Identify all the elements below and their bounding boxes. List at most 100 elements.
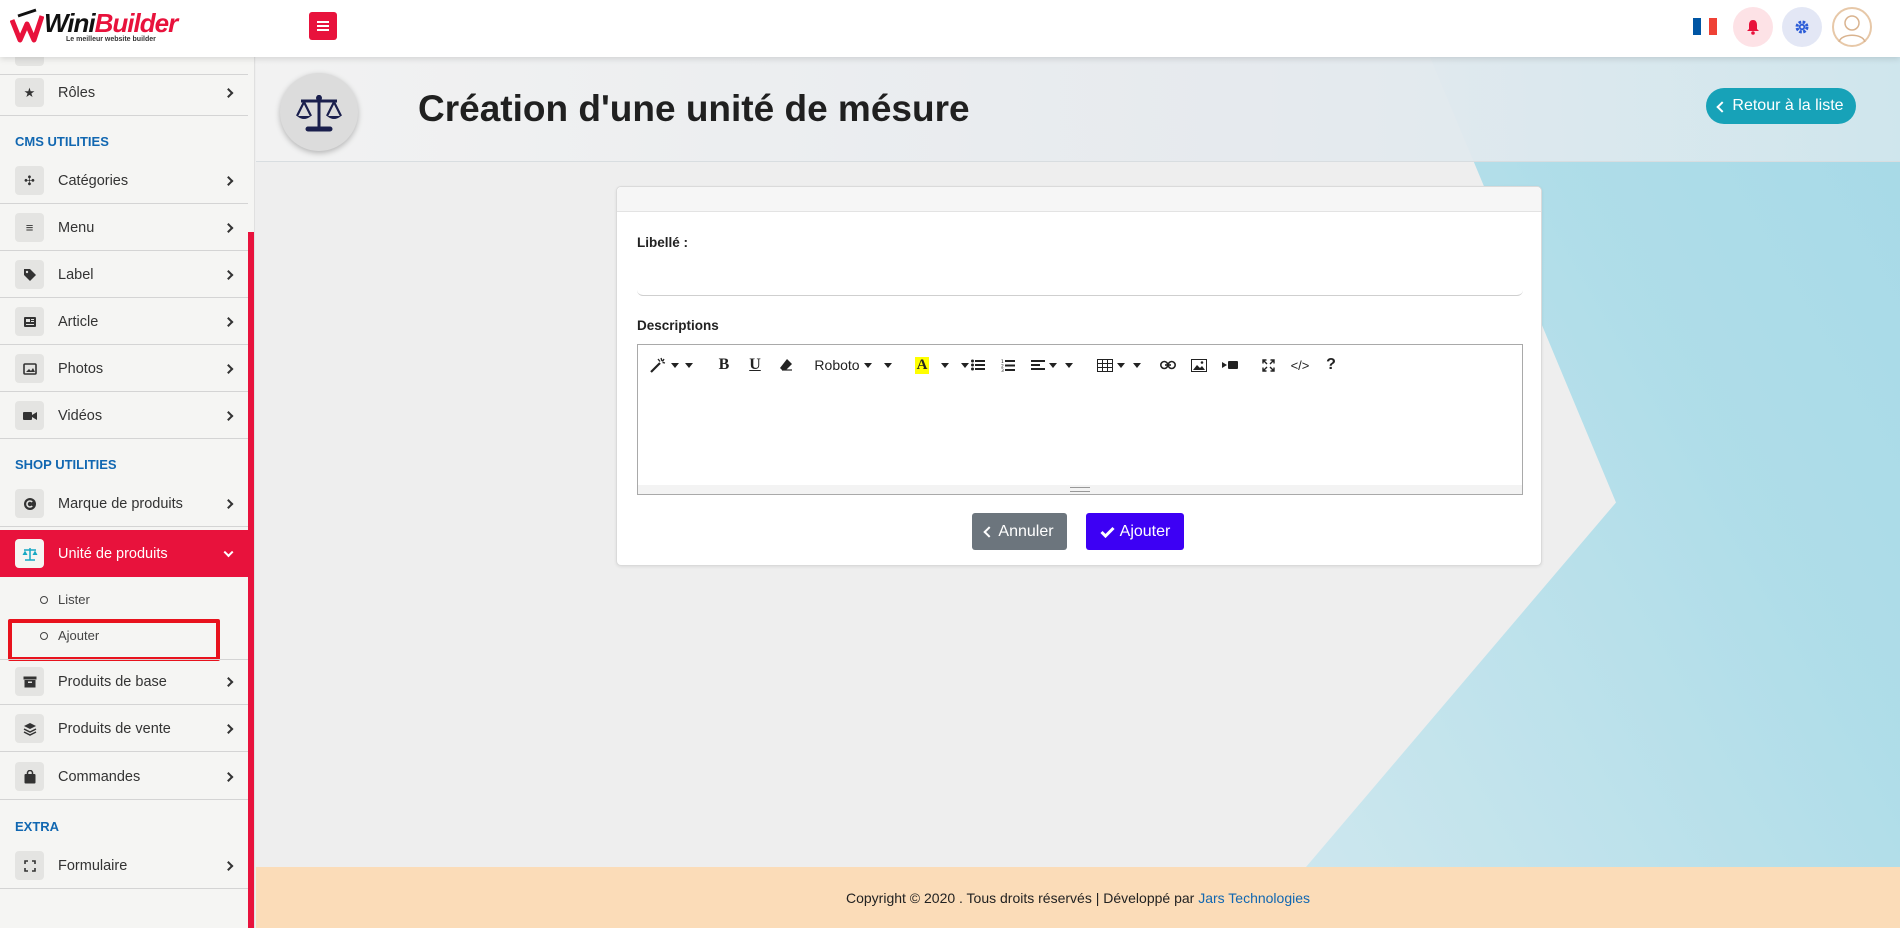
shopping-bag-icon (15, 762, 44, 791)
circle-icon (40, 595, 48, 604)
editor-resize-bar[interactable] (638, 485, 1522, 494)
chevron-right-icon (223, 175, 234, 186)
sidebar-item-label: Produits de vente (58, 720, 171, 737)
back-to-list-button[interactable]: Retour à la liste (1706, 88, 1856, 124)
sidebar-subitem-label: Lister (58, 592, 90, 607)
sidebar-item-label: Rôles (58, 84, 96, 101)
caret-down-icon (941, 362, 950, 368)
video-icon (1222, 361, 1238, 369)
chevron-right-icon (223, 87, 234, 98)
align-left-icon (1031, 360, 1045, 370)
sidebar-item-label: Menu (58, 219, 95, 236)
help-button[interactable]: ? (1321, 353, 1341, 377)
sidebar-item-videos[interactable]: Vidéos (0, 393, 248, 439)
sidebar-toggle-button[interactable] (309, 12, 337, 40)
font-family-value: Roboto (814, 357, 860, 373)
chevron-left-icon (1716, 100, 1729, 113)
settings-button[interactable] (1782, 7, 1822, 47)
chevron-right-icon (223, 676, 234, 687)
sidebar-item-roles[interactable]: ★ Rôles (0, 70, 248, 116)
list-icon: ≡ (15, 213, 44, 242)
eraser-icon (780, 359, 792, 371)
sidebar-item-label[interactable]: Label (0, 252, 248, 298)
sidebar-item-menu[interactable]: ≡ Menu (0, 205, 248, 251)
developer-link[interactable]: Jars Technologies (1198, 890, 1310, 906)
sidebar-item-produits-vente[interactable]: Produits de vente (0, 706, 248, 752)
sidebar-item-marque[interactable]: Marque de produits (0, 481, 248, 527)
balance-scale-icon (15, 539, 44, 568)
shapes-icon: ✣ (15, 166, 44, 195)
numbered-list-icon: 123 (1001, 359, 1015, 372)
caret-down-icon (671, 362, 679, 368)
submit-button-label: Ajouter (1119, 522, 1171, 540)
brand-name-part1: Wini (44, 8, 96, 38)
sidebar-item-label: Article (58, 313, 99, 330)
language-flag-fr[interactable] (1693, 18, 1717, 35)
chevron-down-icon (223, 546, 234, 557)
page-header: Création d'une unité de mésure Retour à … (256, 57, 1900, 162)
cancel-button-label: Annuler (998, 522, 1054, 540)
style-dropdown[interactable] (648, 353, 694, 377)
chevron-right-icon (223, 316, 234, 327)
bold-button[interactable]: B (714, 353, 734, 377)
main-content: Création d'une unité de mésure Retour à … (256, 57, 1900, 867)
sidebar-item-categories[interactable]: ✣ Catégories (0, 158, 248, 204)
font-family-dropdown[interactable]: Roboto (813, 353, 893, 377)
highlight-box (8, 619, 220, 661)
brand-name-part2: Builder (94, 8, 179, 38)
copyright-text: Copyright © 2020 . Tous droits réservés … (845, 889, 1195, 906)
unordered-list-button[interactable] (960, 353, 986, 377)
sidebar-subitem-lister[interactable]: Lister (40, 592, 90, 607)
paragraph-align-dropdown[interactable] (1028, 353, 1076, 377)
insert-video-button[interactable] (1220, 353, 1240, 377)
sidebar-item-label: Marque de produits (58, 495, 183, 512)
chevron-right-icon (223, 363, 234, 374)
picture-icon (1191, 358, 1207, 372)
expand-icon (15, 851, 44, 880)
submit-add-button[interactable]: Ajouter (1086, 513, 1184, 550)
section-title-cms: CMS UTILITIES (15, 134, 109, 149)
clear-format-button[interactable] (776, 353, 796, 377)
libelle-input[interactable] (637, 262, 1523, 296)
code-icon: </> (1290, 357, 1310, 373)
ordered-list-button[interactable]: 123 (998, 353, 1018, 377)
notifications-button[interactable] (1733, 7, 1773, 47)
sidebar-item-formulaire[interactable]: Formulaire (0, 843, 248, 889)
bell-icon (1747, 20, 1759, 35)
underline-button[interactable]: U (745, 353, 765, 377)
question-mark-icon: ? (1326, 356, 1336, 373)
bullet-list-icon (971, 359, 985, 371)
user-avatar-button[interactable] (1832, 7, 1872, 47)
chevron-right-icon (223, 771, 234, 782)
chevron-right-icon (223, 410, 234, 421)
descriptions-label: Descriptions (637, 318, 719, 333)
insert-link-button[interactable] (1158, 353, 1178, 377)
sidebar-item-label: Unité de produits (58, 545, 168, 562)
cancel-button[interactable]: Annuler (972, 513, 1067, 550)
sidebar-item-produits-base[interactable]: Produits de base (0, 659, 248, 705)
archive-icon (15, 667, 44, 696)
page-title: Création d'une unité de mésure (418, 88, 970, 129)
copyright-icon (15, 489, 44, 518)
sidebar-item-unite[interactable]: Unité de produits (0, 530, 248, 577)
chevron-right-icon (223, 723, 234, 734)
brand-logo[interactable]: WiniBuilder Le meilleur website builder (10, 4, 178, 50)
top-bar: WiniBuilder Le meilleur website builder (0, 0, 1900, 57)
sidebar-item-photos[interactable]: Photos (0, 346, 248, 392)
sidebar-item-label: Commandes (58, 768, 141, 785)
caret-down-icon (1049, 362, 1057, 368)
sidebar-item-commandes[interactable]: Commandes (0, 754, 248, 800)
code-view-button[interactable]: </> (1288, 353, 1312, 377)
description-editor-area[interactable] (638, 385, 1522, 485)
sidebar-item-article[interactable]: Article (0, 299, 248, 345)
link-icon (1160, 360, 1176, 370)
table-icon (1097, 358, 1113, 372)
text-color-dropdown[interactable]: A (910, 353, 954, 377)
table-dropdown[interactable] (1095, 353, 1143, 377)
sidebar-accent-bar (248, 232, 254, 928)
fullscreen-button[interactable] (1258, 353, 1278, 377)
insert-image-button[interactable] (1189, 353, 1209, 377)
chevron-right-icon (223, 498, 234, 509)
caret-down-icon (1065, 362, 1073, 368)
hamburger-icon (317, 25, 329, 27)
